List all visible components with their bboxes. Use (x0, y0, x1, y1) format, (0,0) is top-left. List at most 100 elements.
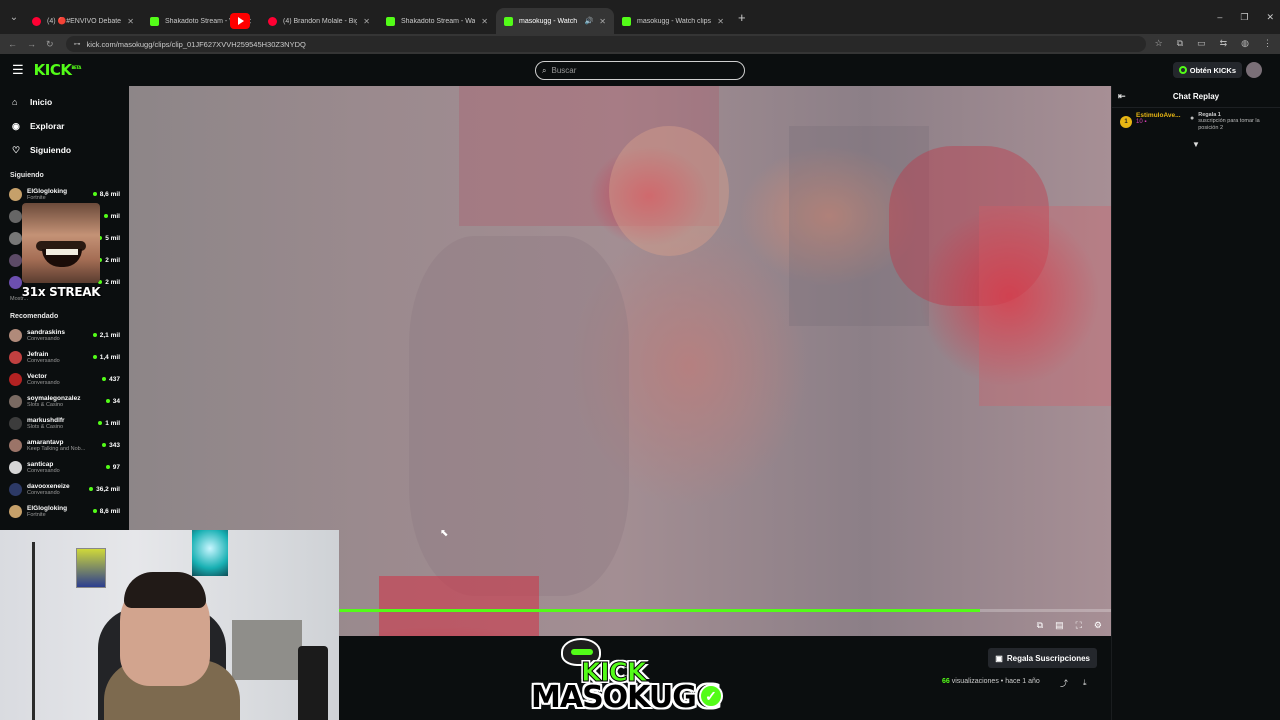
tab-title: masokugg - Watch clips on Kick (637, 17, 712, 25)
channel-item[interactable]: Jefrain Conversando 1,4 mil (0, 346, 129, 368)
gift-icon: ▣ (995, 653, 1003, 663)
video-controls: ⧉ ▤ ⛶ ⚙ (1037, 620, 1102, 631)
close-tab-icon[interactable]: ✕ (599, 17, 606, 26)
channel-category: Conversando (27, 379, 60, 386)
url-field[interactable]: ⊶ kick.com/masokugg/clips/clip_01JF627XV… (65, 36, 1146, 52)
channel-category: Keep Talking and Nob... (27, 445, 86, 452)
channel-item[interactable]: ElGlogloking Fortnite 8,6 mil (0, 500, 129, 522)
close-tab-icon[interactable]: ✕ (363, 17, 370, 26)
channel-item[interactable]: amarantavp Keep Talking and Nob... 343 (0, 434, 129, 456)
following-section-title: Siguiendo (10, 172, 44, 179)
channel-item[interactable]: soymalegonzalez Slots & Casino 34 (0, 390, 129, 412)
channel-avatar (9, 460, 22, 474)
channel-avatar (9, 187, 22, 201)
channel-category: Conversando (27, 357, 60, 364)
tab-title: masokugg - Watch clips on... (519, 17, 579, 25)
close-tab-icon[interactable]: ✕ (481, 17, 488, 26)
fullscreen-icon[interactable]: ⛶ (1076, 620, 1082, 631)
cast-icon[interactable]: ⇆ (1220, 38, 1228, 49)
gift-subscriptions-button[interactable]: ▣ Regala Suscripciones (988, 648, 1097, 668)
url-text: kick.com/masokugg/clips/clip_01JF627XVVH… (86, 39, 306, 49)
tab-title: (4) 🔴#ENVIVO Debate Presid... (47, 18, 122, 25)
back-icon[interactable]: ← (8, 39, 17, 50)
channel-item[interactable]: Vector Conversando 437 (0, 368, 129, 390)
following-icon: ♡ (12, 144, 21, 155)
forward-icon[interactable]: → (27, 39, 36, 50)
profile-icon[interactable]: ◍ (1241, 38, 1249, 49)
viewer-count: 36,2 mil (89, 486, 120, 493)
browser-tab[interactable]: (4) Brandon Molale - Big Stan... ✕ (260, 8, 378, 34)
channel-item[interactable]: santicap Conversando 97 (0, 456, 129, 478)
avatar[interactable] (1246, 62, 1262, 78)
settings-icon[interactable]: ⚙ (1094, 620, 1102, 631)
minimize-icon[interactable]: – (1217, 12, 1222, 23)
gift-info-icon: ● (1190, 115, 1195, 122)
bookmark-star-icon[interactable]: ☆ (1155, 38, 1163, 49)
kick-header: ☰ KICKBETA ⌕ Buscar Obtén KICKs (0, 54, 1280, 86)
audio-playing-icon[interactable]: 🔊 (585, 17, 594, 25)
channel-category: Conversando (27, 489, 60, 496)
channel-category: Slots & Casino (27, 423, 64, 430)
channel-item[interactable]: davooxeneize Conversando 36,2 mil (0, 478, 129, 500)
video-progress-bar[interactable] (339, 609, 1111, 612)
views-count: 66 (942, 678, 950, 685)
expand-gifts-chevron-icon[interactable]: ▼ (1192, 140, 1200, 149)
menu-icon[interactable]: ⋮ (1263, 38, 1272, 49)
sidebar-item-explore[interactable]: ◉ Explorar (12, 114, 117, 138)
browser-tab[interactable]: Shakadoto Stream - Watch Live... ✕ (378, 8, 496, 34)
sidebar: ⌂ Inicio ◉ Explorar ♡ Siguiendo Siguiendo ElG… (0, 86, 129, 532)
share-icon[interactable]: ⤴ (1060, 678, 1068, 689)
tab-title: Shakadoto Stream - Watch Live... (401, 17, 476, 25)
youtube-favicon-icon (268, 16, 277, 26)
extensions-icon[interactable]: ⧉ (1177, 38, 1183, 49)
search-input[interactable]: ⌕ Buscar (535, 61, 745, 80)
kick-beta-label: BETA (71, 65, 82, 70)
gift-cta: Regala 1 suscripción para tomar la posic… (1198, 112, 1260, 131)
close-window-icon[interactable]: ✕ (1266, 12, 1274, 23)
sidebar-item-home[interactable]: ⌂ Inicio (12, 90, 117, 114)
verified-check-icon: ✓ (699, 684, 723, 708)
channel-category: Conversando (27, 335, 60, 342)
pip-icon[interactable]: ⧉ (1037, 620, 1043, 631)
recommended-list: sandraskins Conversando 2,1 mil Jefrain Conv… (0, 324, 129, 522)
get-kicks-label: Obtén KICKs (1189, 65, 1236, 75)
channel-name: santicap (27, 460, 54, 468)
channel-name: soymalegonzalez (27, 394, 81, 402)
home-icon: ⌂ (12, 97, 18, 107)
viewer-count: mil (104, 213, 120, 220)
theater-mode-icon[interactable]: ▤ (1055, 620, 1064, 631)
tab-search-chevron-icon[interactable]: ⌄ (4, 7, 24, 27)
channel-name: amarantavp (27, 438, 64, 446)
clip-info-bar: KICK MASOKUGG ✓ ▣ Regala Suscripciones 6… (339, 636, 1111, 720)
channel-item[interactable]: ElGlogloking Fortnite 8,6 mil (0, 183, 129, 205)
hamburger-menu-icon[interactable]: ☰ (12, 62, 24, 78)
close-tab-icon[interactable]: ✕ (717, 17, 724, 26)
chat-panel: ⇤ Chat Replay 1 EstimuloAve... 10 ▪ ● Re… (1111, 86, 1280, 720)
reload-icon[interactable]: ↻ (46, 39, 54, 50)
sidepanel-icon[interactable]: ▭ (1197, 38, 1206, 49)
close-tab-icon[interactable]: ✕ (127, 17, 134, 26)
get-kicks-button[interactable]: Obtén KICKs (1172, 62, 1242, 78)
maximize-icon[interactable]: ❐ (1240, 12, 1248, 23)
clip-stats: 66 visualizaciones • hace 1 año (942, 678, 1040, 685)
browser-tab[interactable]: masokugg - Watch clips on... 🔊 ✕ (496, 8, 614, 34)
channel-name: markushdlfr (27, 416, 65, 424)
channel-avatar (9, 482, 22, 496)
streak-caption: 31x STREAK (21, 285, 101, 299)
channel-item[interactable]: sandraskins Conversando 2,1 mil (0, 324, 129, 346)
download-icon[interactable]: ⤓ (1083, 678, 1087, 688)
viewer-count: 343 (102, 442, 120, 449)
new-tab-button[interactable]: + (738, 10, 746, 25)
browser-tab[interactable]: masokugg - Watch clips on Kick ✕ (614, 8, 732, 34)
gift-subscriptions-label: Regala Suscripciones (1006, 653, 1090, 663)
channel-name: ElGlogloking (27, 187, 68, 195)
wall-poster-image (76, 548, 106, 588)
sidebar-item-following[interactable]: ♡ Siguiendo (12, 138, 117, 162)
collapse-chat-icon[interactable]: ⇤ (1118, 91, 1126, 102)
site-info-icon[interactable]: ⊶ (74, 40, 81, 48)
channel-item[interactable]: markushdlfr Slots & Casino 1 mil (0, 412, 129, 434)
kick-logo[interactable]: KICKBETA (34, 61, 82, 79)
gift-cta-rest: suscripción para tomar la posición 2 (1198, 118, 1260, 131)
viewer-count: 8,6 mil (93, 508, 120, 515)
browser-tab[interactable]: (4) 🔴#ENVIVO Debate Presid... ✕ (24, 8, 142, 34)
